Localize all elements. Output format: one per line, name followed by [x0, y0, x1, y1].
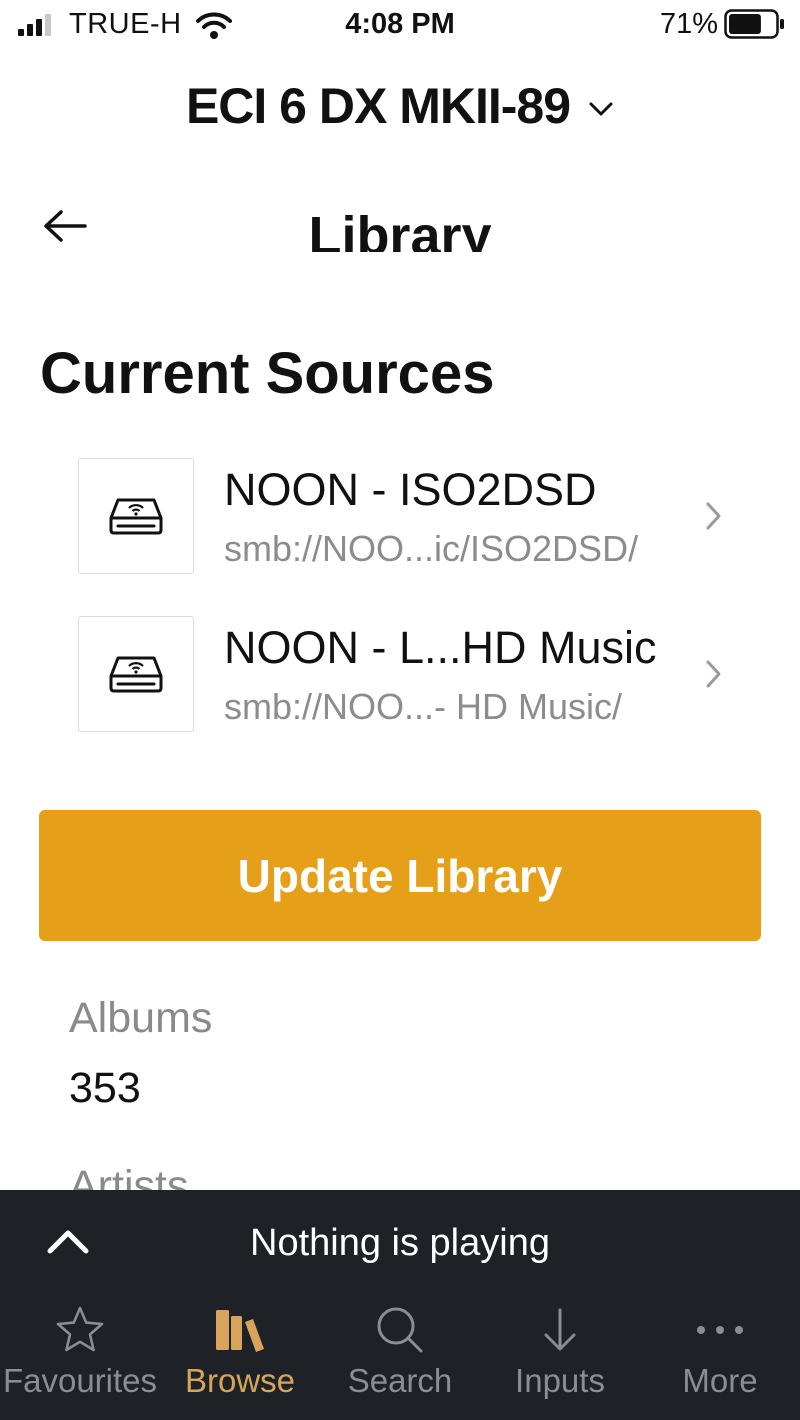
update-library-button[interactable]: Update Library [39, 810, 761, 941]
tab-bar: Favourites Browse Search Inputs More [0, 1290, 800, 1420]
battery-level-fill [729, 14, 761, 34]
tab-browse[interactable]: Browse [160, 1290, 320, 1420]
source-item[interactable]: NOON - ISO2DSD smb://NOO...ic/ISO2DSD/ [40, 458, 760, 576]
chevron-down-icon [589, 102, 613, 116]
device-selector[interactable]: ECI 6 DX MKII-89 [0, 70, 800, 142]
albums-label: Albums [69, 994, 213, 1042]
source-path: smb://NOO...- HD Music/ [224, 686, 623, 727]
source-icon-box [78, 616, 194, 732]
network-drive-icon [109, 656, 163, 693]
tab-search[interactable]: Search [320, 1290, 480, 1420]
device-name: ECI 6 DX MKII-89 [185, 78, 571, 134]
albums-count: 353 [69, 1064, 141, 1112]
source-name: NOON - ISO2DSD [224, 464, 597, 515]
page-title: Library [308, 206, 492, 252]
source-name: NOON - L...HD Music [224, 622, 657, 673]
chevron-right-icon [706, 502, 721, 530]
tab-favourites[interactable]: Favourites [0, 1290, 160, 1420]
artists-label-container: Artists [69, 1160, 369, 1190]
status-bar: TRUE-H 4:08 PM 71% [0, 0, 800, 52]
tab-inputs[interactable]: Inputs [480, 1290, 640, 1420]
search-icon [377, 1307, 423, 1353]
page-title-container: Library [0, 200, 800, 252]
tab-label: More [682, 1362, 758, 1399]
tab-more[interactable]: More [640, 1290, 800, 1420]
battery-percent: 71% [659, 8, 718, 40]
section-title: Current Sources [40, 341, 495, 406]
more-dots-icon [697, 1326, 743, 1334]
library-icon [216, 1310, 264, 1352]
source-item[interactable]: NOON - L...HD Music smb://NOO...- HD Mus… [40, 616, 760, 734]
chevron-right-icon [706, 660, 721, 688]
now-playing-text[interactable]: Nothing is playing [0, 1222, 800, 1265]
battery-icon [724, 9, 784, 39]
artists-label: Artists [69, 1162, 189, 1190]
source-icon-box [78, 458, 194, 574]
arrow-down-icon [544, 1308, 576, 1351]
star-icon [56, 1306, 104, 1352]
network-drive-icon [109, 498, 163, 535]
bottom-panel: Nothing is playing Favourites Browse Sea… [0, 1190, 800, 1420]
source-path: smb://NOO...ic/ISO2DSD/ [224, 528, 639, 569]
